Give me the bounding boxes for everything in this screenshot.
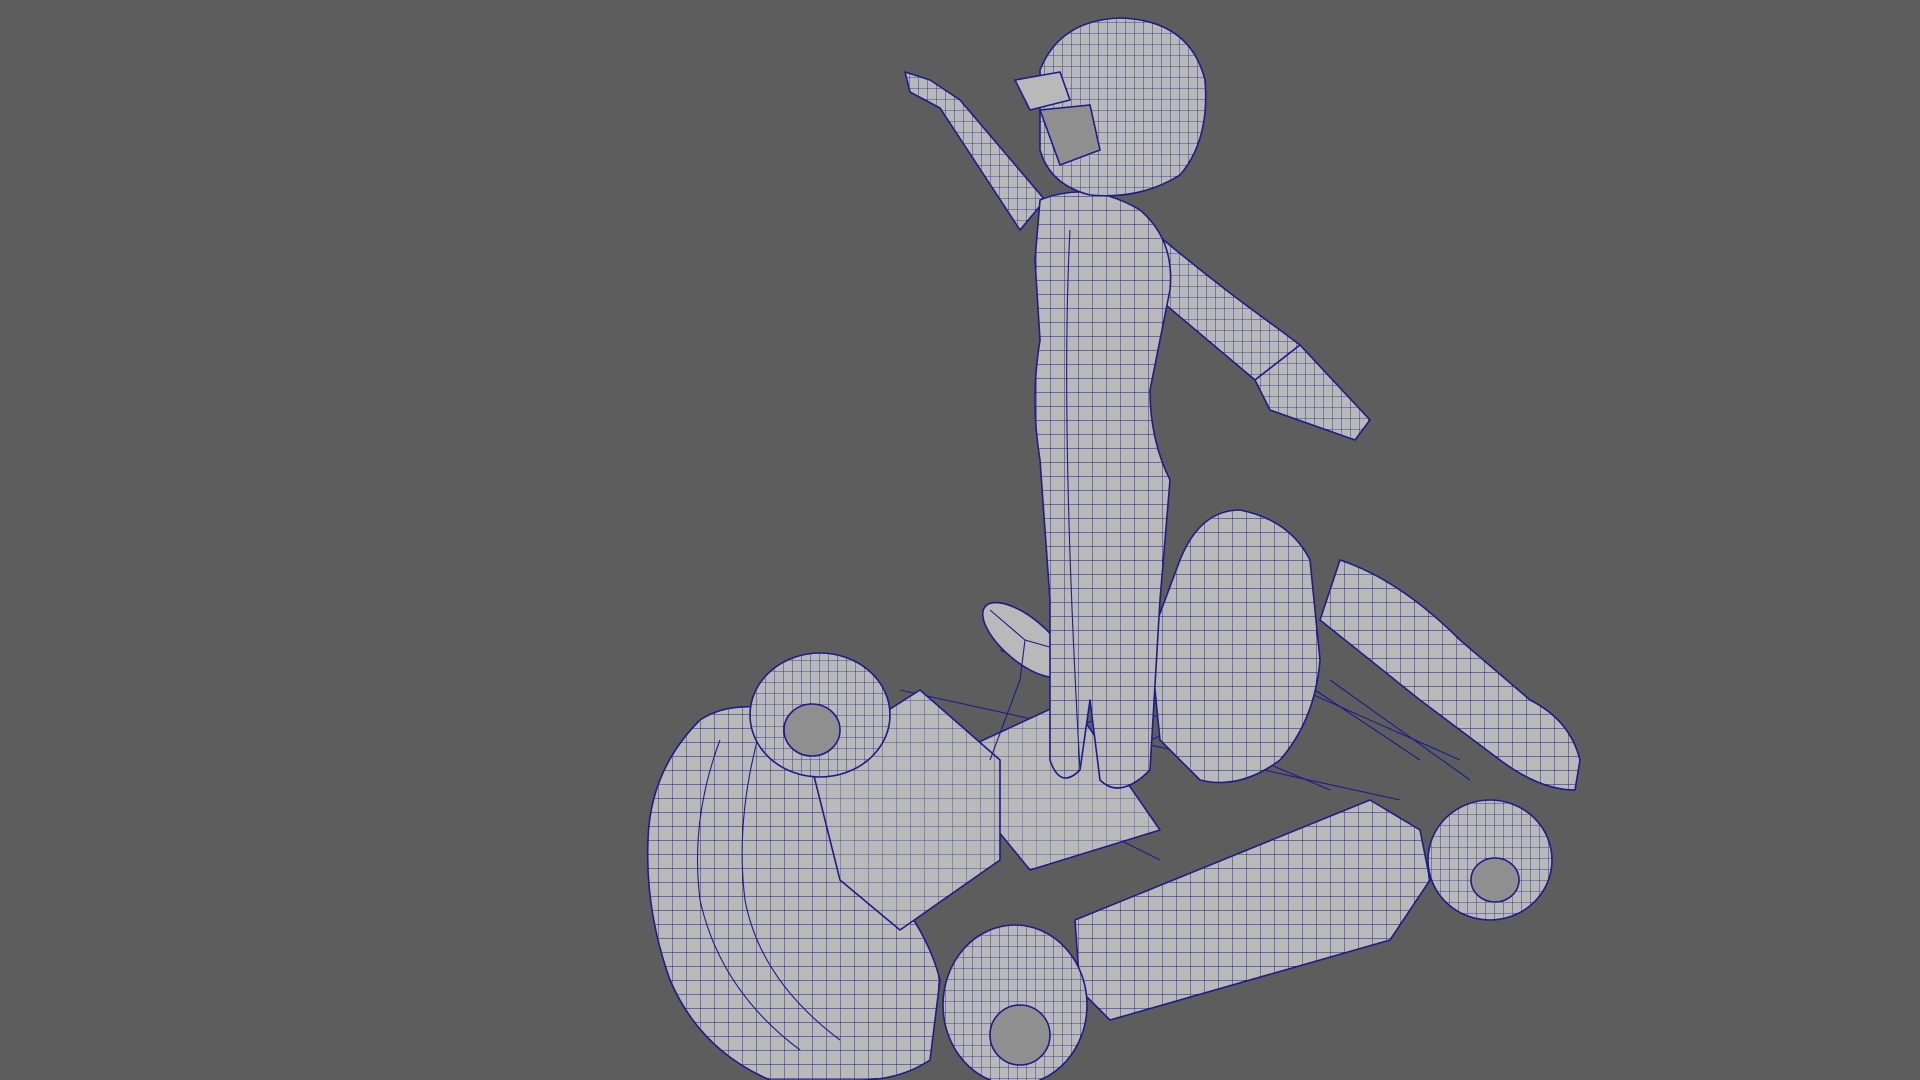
scene-render[interactable] [0, 0, 1920, 1080]
kart-front-right-wheel[interactable] [942, 924, 1088, 1080]
kart-front-left-wheel[interactable] [749, 652, 891, 778]
kart-rear-right-wheel[interactable] [1427, 799, 1553, 921]
driver-right-arm[interactable] [1139, 219, 1371, 441]
kart-seat[interactable] [1149, 509, 1321, 784]
3d-viewport[interactable] [0, 0, 1920, 1080]
driver-body[interactable] [1034, 191, 1172, 789]
driver-helmet[interactable] [1014, 17, 1207, 197]
